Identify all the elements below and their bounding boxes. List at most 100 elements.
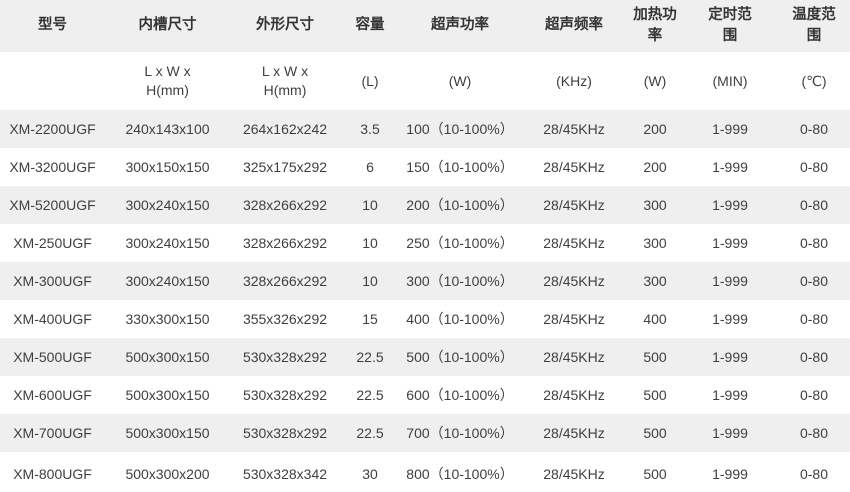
cell-ultrasonic-frequency: 28/45KHz [520, 452, 628, 492]
cell-model: XM-3200UGF [0, 148, 105, 186]
cell-ultrasonic-frequency: 28/45KHz [520, 414, 628, 452]
cell-capacity: 22.5 [340, 376, 400, 414]
cell-temp-range: 0-80 [778, 452, 850, 492]
cell-ultrasonic-frequency: 28/45KHz [520, 110, 628, 148]
cell-model: XM-5200UGF [0, 186, 105, 224]
cell-model: XM-300UGF [0, 262, 105, 300]
col-header-ultrasonic-frequency: 超声频率 [520, 0, 628, 52]
cell-timer-range: 1-999 [682, 224, 778, 262]
cell-inner-size: 500x300x200 [105, 452, 230, 492]
cell-timer-range: 1-999 [682, 148, 778, 186]
cell-capacity: 22.5 [340, 414, 400, 452]
cell-heating-power: 500 [628, 452, 682, 492]
cell-model: XM-400UGF [0, 300, 105, 338]
cell-model: XM-2200UGF [0, 110, 105, 148]
cell-outer-size: 328x266x292 [230, 224, 340, 262]
cell-ultrasonic-power: 100（10-100%） [400, 110, 520, 148]
unit-capacity: (L) [340, 52, 400, 110]
cell-capacity: 15 [340, 300, 400, 338]
cell-inner-size: 300x240x150 [105, 262, 230, 300]
cell-ultrasonic-power: 300（10-100%） [400, 262, 520, 300]
cell-timer-range: 1-999 [682, 262, 778, 300]
table-row: XM-5200UGF300x240x150328x266x29210200（10… [0, 186, 850, 224]
cell-ultrasonic-power: 500（10-100%） [400, 338, 520, 376]
table-body: XM-2200UGF240x143x100264x162x2423.5100（1… [0, 110, 850, 492]
cell-outer-size: 530x328x342 [230, 452, 340, 492]
cell-capacity: 10 [340, 186, 400, 224]
cell-temp-range: 0-80 [778, 376, 850, 414]
cell-ultrasonic-power: 800（10-100%） [400, 452, 520, 492]
cell-temp-range: 0-80 [778, 224, 850, 262]
table-row: XM-600UGF500x300x150530x328x29222.5600（1… [0, 376, 850, 414]
col-header-ultrasonic-power: 超声功率 [400, 0, 520, 52]
cell-inner-size: 240x143x100 [105, 110, 230, 148]
unit-temp-range: (℃) [778, 52, 850, 110]
unit-timer-range: (MIN) [682, 52, 778, 110]
col-header-timer-range: 定时范围 [682, 0, 778, 52]
table-row: XM-500UGF500x300x150530x328x29222.5500（1… [0, 338, 850, 376]
cell-timer-range: 1-999 [682, 376, 778, 414]
cell-model: XM-600UGF [0, 376, 105, 414]
cell-heating-power: 200 [628, 148, 682, 186]
cell-ultrasonic-power: 600（10-100%） [400, 376, 520, 414]
cell-heating-power: 300 [628, 262, 682, 300]
table-row: XM-2200UGF240x143x100264x162x2423.5100（1… [0, 110, 850, 148]
cell-temp-range: 0-80 [778, 300, 850, 338]
table-row: XM-400UGF330x300x150355x326x29215400（10-… [0, 300, 850, 338]
cell-outer-size: 530x328x292 [230, 414, 340, 452]
cell-temp-range: 0-80 [778, 414, 850, 452]
cell-outer-size: 325x175x292 [230, 148, 340, 186]
product-spec-table: 型号 内槽尺寸 外形尺寸 容量 超声功率 超声频率 加热功率 定时范围 温度范围… [0, 0, 850, 492]
table-row: XM-250UGF300x240x150328x266x29210250（10-… [0, 224, 850, 262]
cell-capacity: 10 [340, 224, 400, 262]
col-header-inner-size: 内槽尺寸 [105, 0, 230, 52]
col-header-outer-size: 外形尺寸 [230, 0, 340, 52]
table-row: XM-800UGF500x300x200530x328x34230800（10-… [0, 452, 850, 492]
cell-model: XM-250UGF [0, 224, 105, 262]
col-header-temp-range: 温度范围 [778, 0, 850, 52]
cell-ultrasonic-frequency: 28/45KHz [520, 376, 628, 414]
cell-inner-size: 300x240x150 [105, 224, 230, 262]
cell-outer-size: 328x266x292 [230, 186, 340, 224]
cell-ultrasonic-frequency: 28/45KHz [520, 262, 628, 300]
cell-ultrasonic-frequency: 28/45KHz [520, 300, 628, 338]
cell-timer-range: 1-999 [682, 186, 778, 224]
cell-heating-power: 400 [628, 300, 682, 338]
cell-ultrasonic-power: 700（10-100%） [400, 414, 520, 452]
cell-outer-size: 264x162x242 [230, 110, 340, 148]
cell-heating-power: 500 [628, 376, 682, 414]
cell-capacity: 3.5 [340, 110, 400, 148]
cell-ultrasonic-power: 400（10-100%） [400, 300, 520, 338]
cell-capacity: 6 [340, 148, 400, 186]
cell-heating-power: 500 [628, 414, 682, 452]
cell-timer-range: 1-999 [682, 338, 778, 376]
unit-outer-size: L x W x H(mm) [230, 52, 340, 110]
cell-ultrasonic-power: 250（10-100%） [400, 224, 520, 262]
unit-heating-power: (W) [628, 52, 682, 110]
table-row: XM-700UGF500x300x150530x328x29222.5700（1… [0, 414, 850, 452]
cell-ultrasonic-frequency: 28/45KHz [520, 224, 628, 262]
cell-ultrasonic-frequency: 28/45KHz [520, 148, 628, 186]
unit-ultrasonic-frequency: (KHz) [520, 52, 628, 110]
cell-capacity: 22.5 [340, 338, 400, 376]
table-units-row: L x W x H(mm) L x W x H(mm) (L) (W) (KHz… [0, 52, 850, 110]
cell-inner-size: 300x240x150 [105, 186, 230, 224]
cell-temp-range: 0-80 [778, 110, 850, 148]
cell-ultrasonic-frequency: 28/45KHz [520, 338, 628, 376]
cell-capacity: 10 [340, 262, 400, 300]
cell-model: XM-800UGF [0, 452, 105, 492]
unit-ultrasonic-power: (W) [400, 52, 520, 110]
cell-ultrasonic-power: 200（10-100%） [400, 186, 520, 224]
cell-outer-size: 355x326x292 [230, 300, 340, 338]
table-header-row: 型号 内槽尺寸 外形尺寸 容量 超声功率 超声频率 加热功率 定时范围 温度范围 [0, 0, 850, 52]
cell-outer-size: 530x328x292 [230, 376, 340, 414]
cell-outer-size: 328x266x292 [230, 262, 340, 300]
cell-inner-size: 300x150x150 [105, 148, 230, 186]
cell-temp-range: 0-80 [778, 262, 850, 300]
cell-timer-range: 1-999 [682, 300, 778, 338]
cell-outer-size: 530x328x292 [230, 338, 340, 376]
cell-model: XM-500UGF [0, 338, 105, 376]
cell-timer-range: 1-999 [682, 414, 778, 452]
cell-temp-range: 0-80 [778, 186, 850, 224]
unit-inner-size: L x W x H(mm) [105, 52, 230, 110]
